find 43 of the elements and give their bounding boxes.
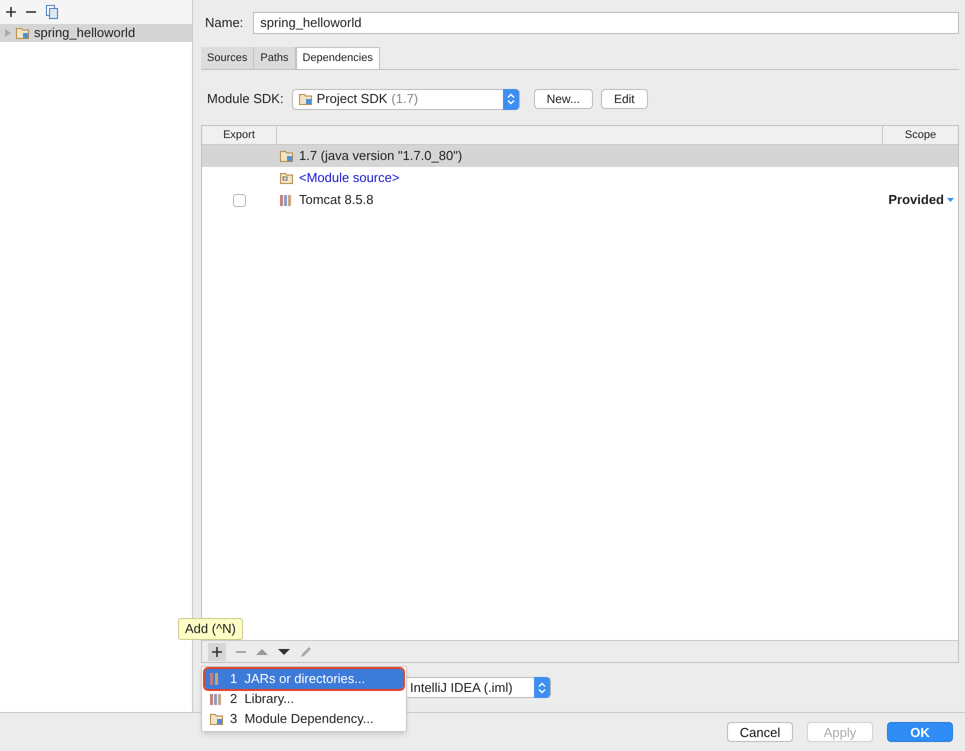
table-row[interactable]: 1.7 (java version "1.7.0_80")	[202, 145, 958, 167]
tree-item[interactable]: spring_helloworld	[0, 24, 192, 42]
dependency-name: Tomcat 8.5.8	[299, 191, 374, 210]
folder-icon	[280, 150, 294, 162]
caret-icon	[947, 198, 954, 202]
add-icon[interactable]	[6, 7, 16, 17]
module-sdk-dropdown[interactable]: Project SDK (1.7)	[292, 88, 520, 110]
move-down-icon[interactable]	[278, 648, 290, 656]
sdk-button[interactable]: Edit	[600, 89, 648, 109]
folder-icon	[210, 713, 224, 725]
dropdown-stepper-icon	[502, 88, 519, 110]
sdk-button[interactable]: New...	[534, 89, 593, 109]
copy-icon[interactable]	[46, 5, 58, 19]
library-icon	[280, 194, 294, 206]
tooltip: Add (^N)	[178, 618, 243, 640]
tab[interactable]: Sources	[201, 47, 254, 69]
move-up-icon[interactable]	[256, 648, 268, 656]
export-checkbox[interactable]	[233, 194, 246, 206]
tab[interactable]: Paths	[254, 47, 296, 69]
folder-icon	[298, 93, 313, 105]
column-header[interactable]: Export	[202, 126, 277, 144]
module-folder-icon	[16, 27, 30, 39]
menu-item[interactable]: 2 Library...	[205, 689, 403, 709]
scope-dropdown[interactable]: Provided	[888, 190, 954, 210]
table-row[interactable]: Tomcat 8.5.8 Provided	[202, 189, 958, 211]
library-icon	[210, 693, 224, 705]
table-row[interactable]: <Module source>	[202, 167, 958, 189]
module-sdk-label: Module SDK:	[207, 90, 284, 108]
add-icon	[212, 646, 222, 656]
dependency-name: 1.7 (java version "1.7.0_80")	[299, 147, 462, 166]
tab[interactable]: Dependencies	[296, 47, 380, 69]
dependency-name: <Module source>	[299, 169, 400, 188]
menu-item[interactable]: 3 Module Dependency...	[205, 709, 403, 729]
sdk-value: Project SDK	[316, 90, 388, 108]
dropdown-stepper-icon	[534, 677, 550, 698]
column-header[interactable]: Scope	[883, 126, 958, 144]
menu-item[interactable]: 1 JARs or directories...	[205, 669, 403, 689]
add-button[interactable]	[208, 642, 226, 660]
name-field[interactable]: spring_helloworld	[253, 12, 959, 34]
sdk-version: (1.7)	[391, 90, 418, 108]
folder-icon	[280, 172, 294, 184]
name-label: Name:	[204, 14, 244, 32]
dialog-button[interactable]: Cancel	[727, 722, 793, 742]
